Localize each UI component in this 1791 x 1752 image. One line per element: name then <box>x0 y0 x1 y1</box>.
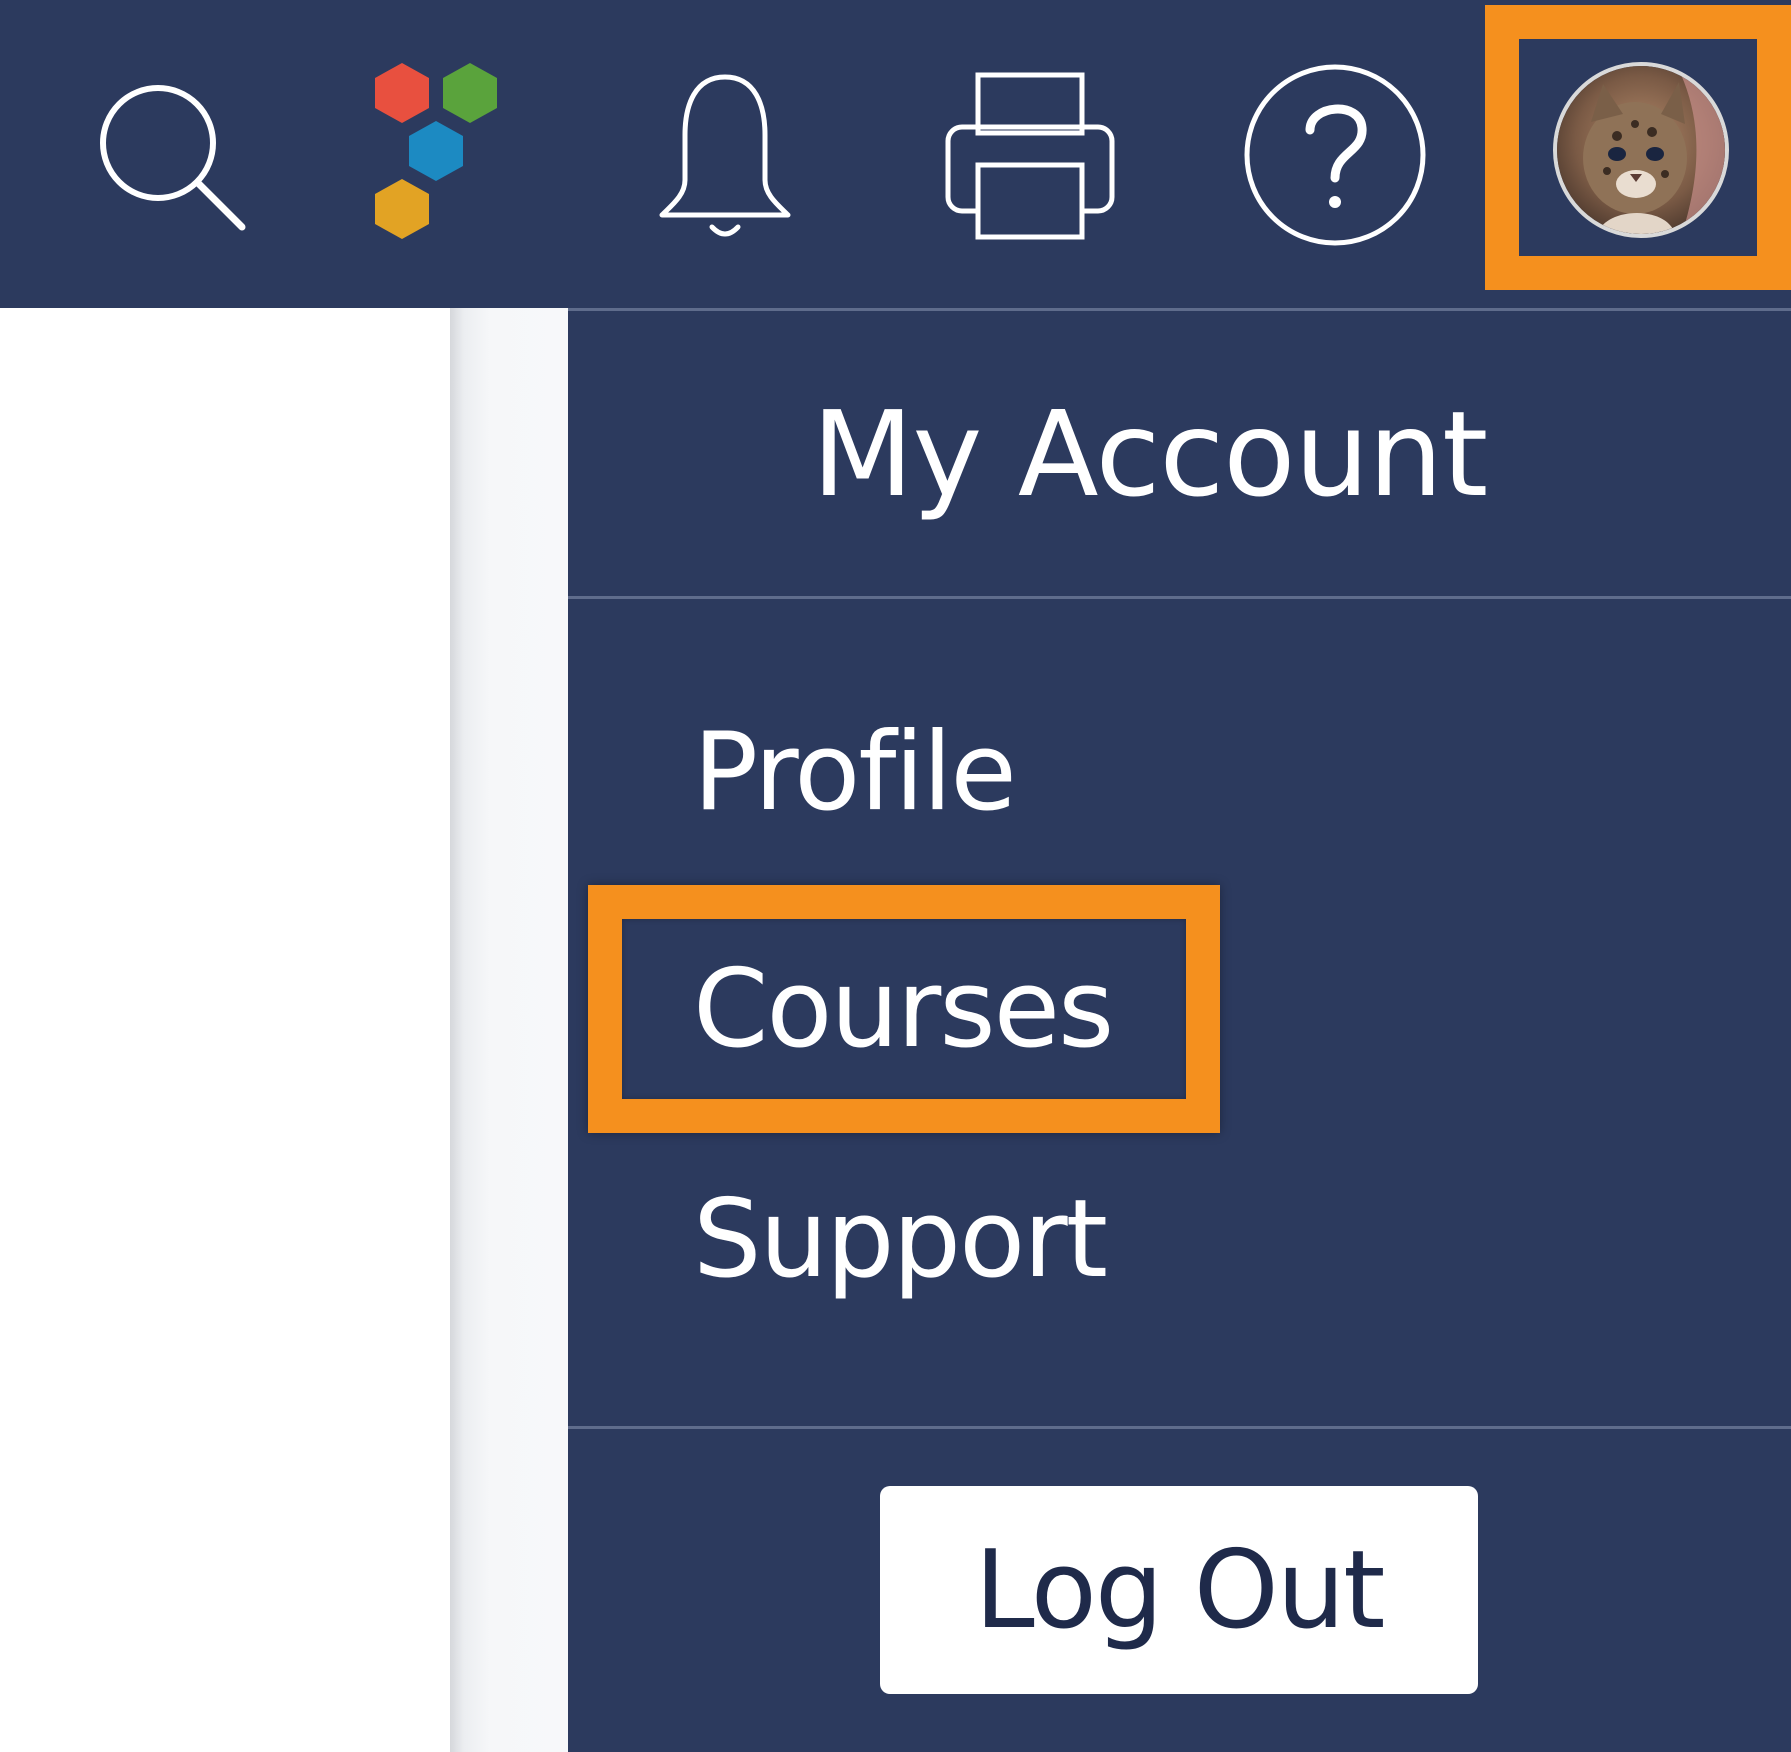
avatar <box>1553 61 1729 238</box>
account-avatar-button[interactable] <box>1485 5 1791 290</box>
page-gutter-shadow <box>450 308 568 1752</box>
panel-title: My Account <box>811 384 1489 523</box>
divider <box>568 1426 1791 1429</box>
account-dropdown-panel: My Account Profile Courses Support Log O… <box>568 308 1791 1752</box>
bell-icon[interactable] <box>640 40 810 270</box>
menu-item-profile[interactable]: Profile <box>693 719 1017 827</box>
printer-icon[interactable] <box>940 40 1120 270</box>
menu-item-courses[interactable]: Courses <box>693 956 1114 1064</box>
divider <box>568 596 1791 599</box>
menu-item-support[interactable]: Support <box>693 1186 1108 1294</box>
apps-hexagon-icon[interactable] <box>360 40 520 270</box>
logout-button[interactable]: Log Out <box>880 1486 1478 1694</box>
search-icon[interactable] <box>80 40 260 270</box>
help-icon[interactable] <box>1235 40 1435 270</box>
top-navigation-bar <box>0 0 1791 308</box>
